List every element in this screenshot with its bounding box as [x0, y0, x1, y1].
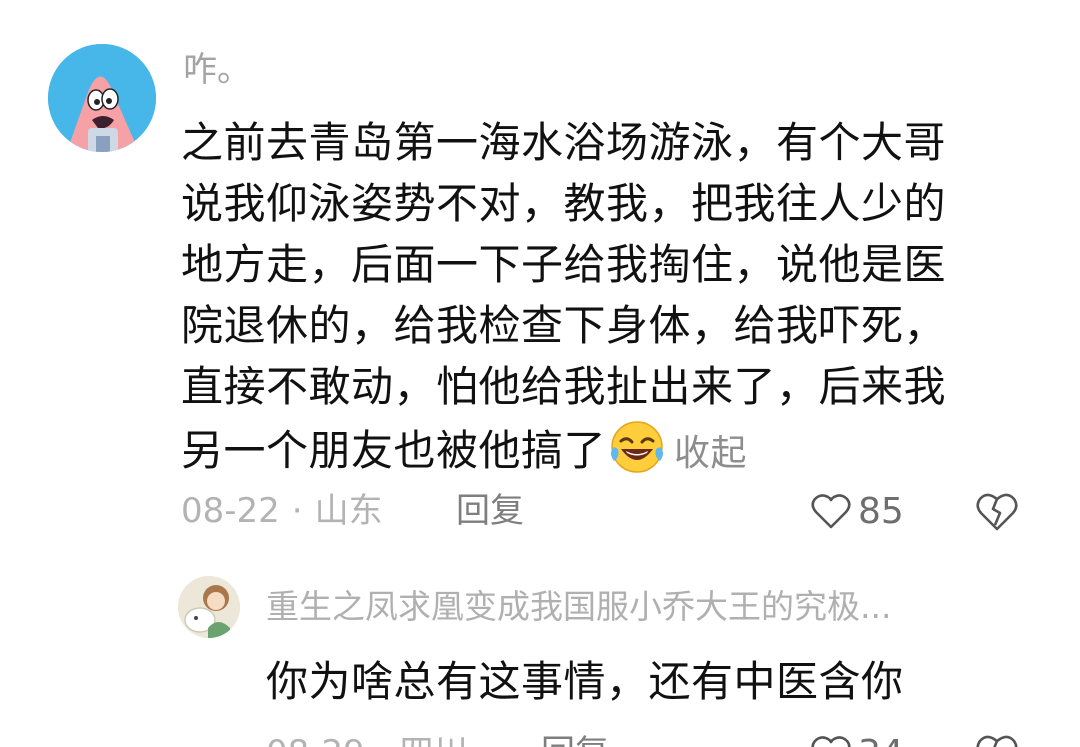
comment-text-line: 直接不敢动，怕他给我扯出来了，后来我	[181, 362, 947, 411]
comment-date: 08-22	[181, 491, 280, 531]
meta-separator: ·	[377, 733, 388, 747]
like-button[interactable]: 85	[810, 486, 904, 536]
comment-text-line: 地方走，后面一下子给我掏住，说他是医	[181, 240, 947, 289]
meta-separator: ·	[291, 491, 303, 531]
girl-with-lamb-avatar-icon	[178, 576, 240, 638]
comment-location: 山东	[314, 491, 383, 531]
reply-location: 四川	[400, 733, 468, 747]
comment-meta: 08-22 · 山东 回复	[181, 486, 524, 536]
reply-button[interactable]: 回复	[541, 728, 609, 747]
comment-text-line: 说我仰泳姿势不对，教我，把我往人少的	[181, 179, 947, 228]
patrick-star-avatar-icon	[48, 44, 156, 152]
comment-text: 之前去青岛第一海水浴场游泳，有个大哥 说我仰泳姿势不对，教我，把我往人少的 地方…	[181, 112, 1011, 484]
comment-text-line: 院退休的，给我检查下身体，给我吓死，	[181, 301, 947, 350]
laughing-tears-emoji-icon	[611, 421, 664, 473]
dislike-button[interactable]	[973, 729, 1021, 747]
reply-text: 你为啥总有这事情，还有中医含你	[266, 657, 904, 706]
comment-text-line: 另一个朋友也被他搞了	[181, 426, 607, 475]
heart-icon	[811, 736, 851, 747]
comment-thread: 咋。 之前去青岛第一海水浴场游泳，有个大哥 说我仰泳姿势不对，教我，把我往人少的…	[0, 0, 1080, 747]
reply-button[interactable]: 回复	[456, 486, 524, 536]
broken-heart-icon	[976, 493, 1018, 531]
reply-meta: 08-29 · 四川 回复	[266, 728, 609, 747]
comment-text-line: 之前去青岛第一海水浴场游泳，有个大哥	[181, 118, 947, 167]
username[interactable]: 咋。	[183, 48, 251, 92]
dislike-button[interactable]	[973, 487, 1021, 535]
heart-icon	[811, 494, 851, 529]
like-count: 34	[858, 733, 904, 747]
avatar[interactable]	[48, 44, 156, 152]
comment-text-last-line: 另一个朋友也被他搞了 收起	[181, 417, 1011, 484]
like-button[interactable]: 34	[810, 728, 904, 747]
reply-date: 08-29	[266, 733, 365, 747]
username[interactable]: 重生之凤求凰变成我国服小乔大王的究极...	[266, 584, 1006, 630]
like-count: 85	[858, 490, 904, 532]
avatar[interactable]	[178, 576, 240, 638]
broken-heart-icon	[976, 735, 1018, 747]
collapse-link[interactable]: 收起	[674, 433, 747, 474]
